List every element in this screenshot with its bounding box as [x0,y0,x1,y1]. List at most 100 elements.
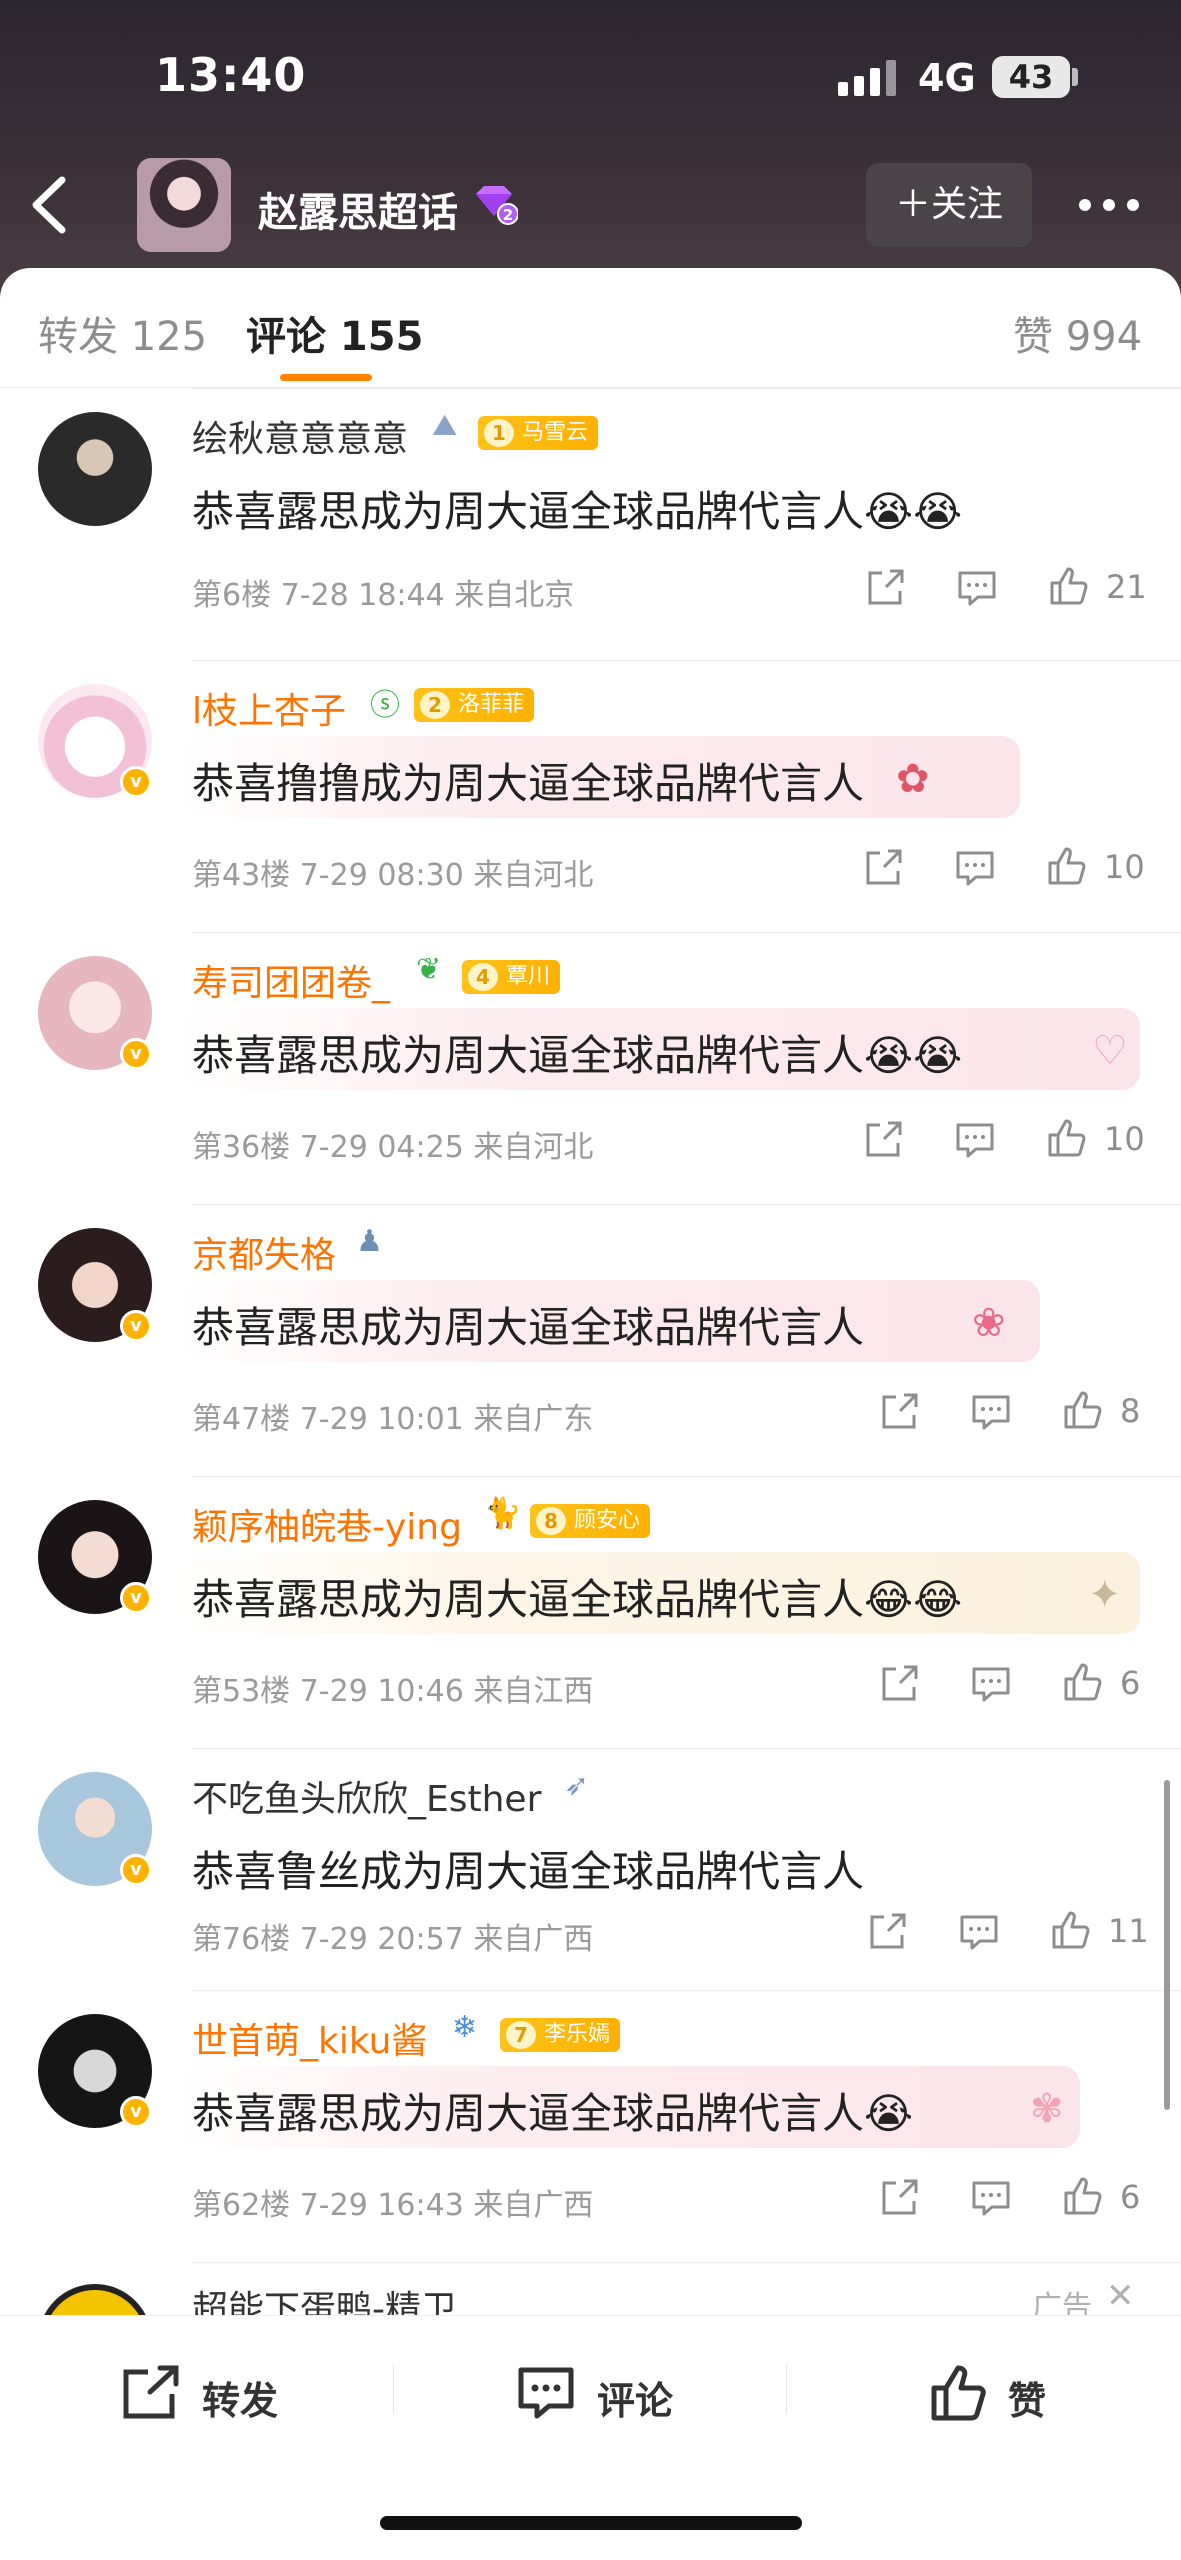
badge-level: 2 [420,691,450,719]
like-count: 6 [1120,1664,1141,1702]
badge-name: 李乐嫣 [544,2022,611,2047]
divider [192,1990,1181,1991]
like-count: 6 [1120,2178,1141,2216]
repost-label: 转发 [202,2379,279,2423]
like-icon[interactable] [1044,1115,1090,1161]
username[interactable]: l枝上杏子 [192,682,346,734]
share-icon[interactable] [876,2175,922,2221]
close-icon[interactable]: ✕ [1106,2276,1135,2316]
scrollbar[interactable] [1164,1780,1170,2110]
comment-icon [518,2367,574,2419]
list-item[interactable]: v 颖序柚皖巷-ying 🐈 8 顾安心 ✦ 恭喜露思成为周大逼全球品牌代言人😂😂… [0,1476,1181,1748]
list-item[interactable]: v l枝上杏子 ⓢ 2 洛菲菲 ✿ 恭喜撸撸成为周大逼全球品牌代言人 第43楼 7… [0,660,1181,932]
badge-name: 覃川 [506,964,551,989]
hello-kitty-decoration: ❀ [972,1300,1006,1346]
reply-icon[interactable] [954,565,1000,611]
comment-meta: 第76楼 7-29 20:57 来自广西 [192,1922,594,1957]
battery-tip [1072,68,1078,86]
emoji: 😂😂 [864,1575,963,1624]
comment-list: 绘秋意意意意 ⛰ 1 马雪云 恭喜露思成为周大逼全球品牌代言人 😭😭 第6楼 7-2… [0,388,1181,2398]
divider [192,1748,1181,1749]
fan-badge[interactable]: 4 覃川 [462,960,561,994]
like-label: 赞 [1008,2379,1047,2423]
reply-icon[interactable] [968,1389,1014,1435]
emoji: 😭😭 [864,1031,963,1080]
svg-text:2: 2 [503,206,513,224]
repost-icon [123,2365,179,2419]
follow-button[interactable]: ＋关注 [866,163,1032,247]
repost-button[interactable]: 转发 [120,2360,320,2426]
share-icon[interactable] [860,845,906,891]
list-item[interactable]: v 不吃鱼头欣欣_Esther ➶ 恭喜鲁丝成为周大逼全球品牌代言人 第76楼 … [0,1748,1181,1990]
like-icon[interactable] [1048,1907,1094,1953]
share-icon[interactable] [876,1389,922,1435]
bunny-decoration: ♡ [1092,1028,1128,1074]
comment-meta: 第6楼 7-28 18:44 来自北京 [192,578,575,613]
list-item[interactable]: v 寿司团团卷_ ❦ 4 覃川 ♡ 恭喜露思成为周大逼全球品牌代言人😭😭 第36楼… [0,932,1181,1204]
divider [192,660,1181,661]
rose-decoration: ✿ [896,756,930,802]
list-item[interactable]: v 世首萌_kiku酱 ❄ 7 李乐嫣 ✾ 恭喜露思成为周大逼全球品牌代言人😭 第… [0,1990,1181,2262]
username[interactable]: 绘秋意意意意 [192,410,408,462]
status-time: 13:40 [155,48,307,102]
fan-badge[interactable]: 8 顾安心 [530,1504,651,1538]
like-icon[interactable] [1060,2173,1106,2219]
level-icon: ⛰ [432,408,458,443]
comment-meta: 第62楼 7-29 16:43 来自广西 [192,2188,594,2223]
comment-label: 评论 [597,2379,674,2423]
figure-icon: ♟ [356,1224,383,1259]
active-tab-indicator [280,374,372,381]
fan-badge[interactable]: 2 洛菲菲 [414,688,535,722]
like-icon[interactable] [1060,1659,1106,1705]
like-icon[interactable] [1046,563,1092,609]
list-item[interactable]: v 京都失格 ♟ ❀ 恭喜露思成为周大逼全球品牌代言人 第47楼 7-29 10… [0,1204,1181,1476]
fan-badge[interactable]: 7 李乐嫣 [500,2018,621,2052]
like-count: 8 [1120,1392,1141,1430]
tab-bar: 转发 125 评论 155 赞 994 [0,268,1181,388]
comment-button[interactable]: 评论 [515,2360,715,2426]
share-icon[interactable] [860,1117,906,1163]
back-icon[interactable] [22,170,78,240]
like-count: 11 [1108,1912,1149,1950]
ad-item[interactable]: 超能下蛋鸭-精卫 广告 ✕ [0,2262,1181,2398]
username[interactable]: 颖序柚皖巷-ying [192,1498,462,1550]
verified-badge: v [120,1582,152,1614]
snowflake-icon: ❄ [452,2010,478,2045]
paw-decoration: ✾ [1030,2086,1064,2132]
username[interactable]: 寿司团团卷_ [192,954,390,1006]
username[interactable]: 京都失格 [192,1226,336,1278]
tab-repost[interactable]: 转发 125 [38,304,207,362]
comment-meta: 第53楼 7-29 10:46 来自江西 [192,1674,594,1709]
username[interactable]: 世首萌_kiku酱 [192,2012,427,2064]
home-indicator[interactable] [380,2516,802,2530]
network-type: 4G [918,56,976,100]
badge-level: 4 [468,963,498,991]
share-icon[interactable] [864,1909,910,1955]
list-item[interactable]: 绘秋意意意意 ⛰ 1 马雪云 恭喜露思成为周大逼全球品牌代言人😭😭 第6楼 7-2… [0,388,1181,660]
like-button[interactable]: 赞 [928,2360,1068,2426]
tab-comments[interactable]: 评论 155 [246,304,423,362]
battery-icon: 43 [992,56,1070,98]
reply-icon[interactable] [956,1909,1002,1955]
topic-title[interactable]: 赵露思超话 [258,180,458,238]
comment-text: 恭喜鲁丝成为周大逼全球品牌代言人 [192,1847,865,1896]
divider [393,2364,394,2414]
comment-text: 恭喜露思成为周大逼全球品牌代言人 [192,1303,865,1352]
like-icon[interactable] [1044,843,1090,889]
share-icon[interactable] [862,565,908,611]
more-icon[interactable] [1076,185,1142,225]
fan-badge[interactable]: 1 马雪云 [478,416,599,450]
reply-icon[interactable] [968,2175,1014,2221]
share-icon[interactable] [876,1661,922,1707]
reply-icon[interactable] [952,1117,998,1163]
like-icon[interactable] [1060,1387,1106,1433]
reply-icon[interactable] [968,1661,1014,1707]
badge-level: 7 [506,2021,536,2049]
reply-icon[interactable] [952,845,998,891]
tab-likes[interactable]: 赞 994 [1013,304,1142,362]
divider [192,2262,1181,2263]
username[interactable]: 不吃鱼头欣欣_Esther [192,1770,541,1822]
badge-name: 马雪云 [522,420,589,445]
topic-avatar[interactable] [137,158,231,252]
avatar[interactable] [38,412,152,526]
